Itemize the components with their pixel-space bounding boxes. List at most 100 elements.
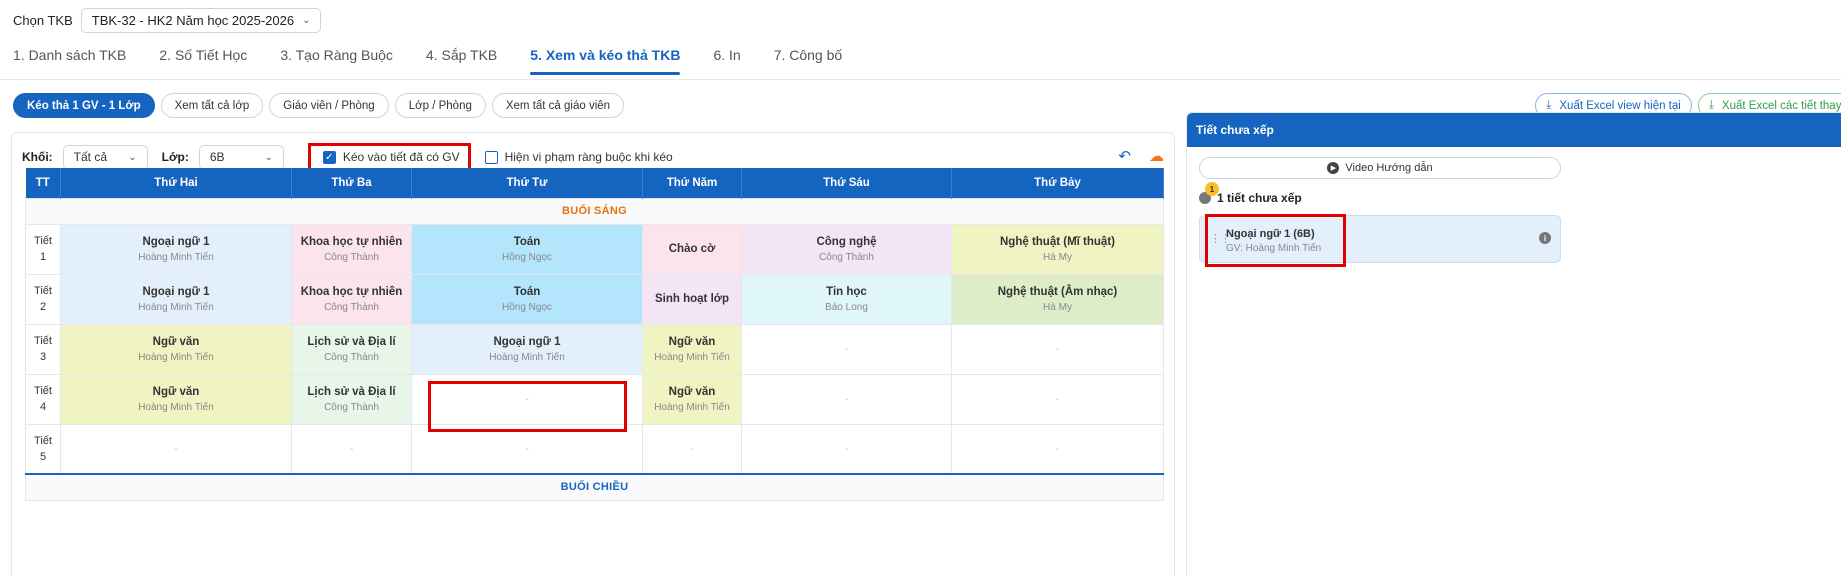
period-word: Tiết: [34, 385, 52, 397]
unscheduled-count: 1 1 tiết chưa xếp: [1199, 182, 1302, 205]
empty-cell[interactable]: -: [951, 373, 1164, 425]
tab-step-6[interactable]: 6. In: [713, 47, 740, 73]
lesson-teacher: Hoàng Minh Tiến: [138, 301, 214, 313]
tkb-select[interactable]: TBK-32 - HK2 Năm học 2025-2026 ⌄: [80, 8, 322, 33]
empty-cell[interactable]: -: [951, 323, 1164, 375]
empty-mark: -: [1055, 394, 1060, 405]
drag-into-option[interactable]: ✓ Kéo vào tiết đã có GV: [307, 143, 471, 171]
show-violation-option[interactable]: Hiện vi phạm ràng buộc khi kéo: [484, 150, 673, 164]
lesson-teacher: Công Thành: [324, 251, 379, 263]
period-number: 3: [39, 351, 47, 363]
empty-cell[interactable]: -: [411, 423, 643, 475]
lop-value: 6B: [209, 150, 225, 164]
lesson-cell[interactable]: Nghệ thuật (Mĩ thuật) Hà My: [951, 223, 1164, 275]
drag-into-checkbox[interactable]: ✓: [322, 150, 336, 164]
lesson-cell[interactable]: Ngoại ngữ 1 Hoàng Minh Tiến: [60, 273, 292, 325]
lesson-cell[interactable]: Khoa học tự nhiên Công Thành: [291, 273, 412, 325]
empty-cell[interactable]: -: [951, 423, 1164, 475]
download-icon: ⤓: [1546, 99, 1552, 111]
view-class-room-button[interactable]: Lớp / Phòng: [394, 93, 486, 118]
empty-cell[interactable]: -: [291, 423, 412, 475]
lesson-cell[interactable]: Toán Hồng Ngọc: [411, 223, 643, 275]
tkb-select-label: Chọn TKB: [13, 13, 73, 28]
info-icon[interactable]: i: [1539, 232, 1551, 244]
col-header: Thứ Sáu: [741, 168, 952, 198]
table-row: Tiết 1 Ngoại ngữ 1 Hoàng Minh Tiến Khoa họ…: [25, 223, 1164, 275]
show-violation-checkbox[interactable]: [484, 150, 498, 164]
period-word: Tiết: [34, 335, 52, 347]
view-teacher-room-button[interactable]: Giáo viên / Phòng: [269, 93, 389, 118]
info-icon: 1: [1199, 182, 1219, 204]
period-word: Tiết: [34, 434, 52, 447]
view-all-classes-button[interactable]: Xem tất cả lớp: [160, 93, 264, 118]
lop-label: Lớp:: [161, 150, 189, 164]
lesson-subject: Ngữ văn: [668, 385, 716, 398]
period-number: 1: [39, 251, 47, 263]
khoi-select[interactable]: Tất cả ⌄: [62, 144, 148, 170]
lesson-cell[interactable]: Khoa học tự nhiên Công Thành: [291, 223, 412, 275]
lesson-cell[interactable]: Lịch sử và Địa lí Công Thành: [291, 373, 412, 425]
count-badge: 1: [1205, 182, 1219, 196]
top-bar: Chọn TKB TBK-32 - HK2 Năm học 2025-2026 …: [0, 0, 1841, 80]
lesson-cell[interactable]: Ngữ văn Hoàng Minh Tiến: [60, 323, 292, 375]
empty-cell[interactable]: -: [741, 423, 952, 475]
tab-step-2[interactable]: 2. Số Tiết Học: [159, 47, 247, 73]
lesson-cell[interactable]: Chào cờ: [642, 223, 742, 275]
lesson-teacher: Hoàng Minh Tiến: [138, 251, 214, 263]
undo-icon[interactable]: ↶: [1118, 147, 1131, 165]
panel-tools: ↶ ☁: [1118, 147, 1164, 165]
tab-step-3[interactable]: 3. Tạo Ràng Buộc: [280, 47, 393, 73]
video-guide-button[interactable]: ▶ Video Hướng dẫn: [1199, 157, 1561, 179]
view-drag-drop-button[interactable]: Kéo thả 1 GV - 1 Lớp: [13, 93, 155, 118]
lesson-cell[interactable]: Tin học Bảo Long: [741, 273, 952, 325]
col-header: Thứ Ba: [291, 168, 412, 198]
lesson-cell[interactable]: Ngữ văn Hoàng Minh Tiến: [642, 373, 742, 425]
lesson-cell[interactable]: Ngữ văn Hoàng Minh Tiến: [642, 323, 742, 375]
tab-step-7[interactable]: 7. Công bố: [774, 47, 843, 73]
view-all-teachers-button[interactable]: Xem tất cả giáo viên: [491, 93, 625, 118]
table-row: Tiết 3 Ngữ văn Hoàng Minh Tiến Lịch sử và …: [25, 323, 1164, 375]
timetable-panel: Khối: Tất cả ⌄ Lớp: 6B ⌄ ✓ Kéo vào tiết …: [11, 132, 1175, 576]
lesson-subject: Toán: [513, 285, 541, 298]
lesson-teacher: Hà My: [1043, 251, 1072, 263]
tab-step-4[interactable]: 4. Sắp TKB: [426, 47, 497, 73]
lesson-subject: Ngữ văn: [668, 335, 716, 348]
tab-step-1[interactable]: 1. Danh sách TKB: [13, 47, 126, 73]
empty-cell[interactable]: -: [642, 423, 742, 475]
lesson-subject: Nghệ thuật (Âm nhạc): [997, 285, 1118, 298]
unscheduled-lesson-card[interactable]: ⋮⋮ Ngoại ngữ 1 (6B) GV: Hoàng Minh Tiến …: [1199, 214, 1561, 267]
empty-cell[interactable]: -: [741, 373, 952, 425]
lesson-cell[interactable]: Ngữ văn Hoàng Minh Tiến: [60, 373, 292, 425]
cloud-upload-icon[interactable]: ☁: [1149, 147, 1164, 165]
chevron-down-icon: ⌄: [302, 15, 311, 26]
lesson-subject: Khoa học tự nhiên: [300, 235, 403, 248]
lesson-subject: Tin học: [826, 285, 867, 298]
tkb-select-value: TBK-32 - HK2 Năm học 2025-2026: [91, 13, 295, 28]
drag-into-label: Kéo vào tiết đã có GV: [342, 150, 460, 164]
lesson-subject: Ngoại ngữ 1: [493, 335, 561, 348]
lesson-subject: Ngoại ngữ 1: [142, 235, 210, 248]
tab-step-5[interactable]: 5. Xem và kéo thả TKB: [530, 47, 681, 75]
unscheduled-panel: Tiết chưa xếp ▶ Video Hướng dẫn 1 1 tiết…: [1186, 112, 1841, 576]
lesson-cell[interactable]: Ngoại ngữ 1 Hoàng Minh Tiến: [411, 323, 643, 375]
drop-target-cell[interactable]: -: [411, 373, 643, 432]
unscheduled-title: Tiết chưa xếp: [1187, 113, 1841, 147]
lop-select[interactable]: 6B ⌄: [198, 144, 284, 170]
empty-mark: -: [349, 443, 354, 455]
empty-cell[interactable]: -: [60, 423, 292, 475]
lesson-cell[interactable]: Sinh hoạt lớp: [642, 273, 742, 325]
lesson-cell[interactable]: Toán Hồng Ngọc: [411, 273, 643, 325]
lesson-teacher: Hà My: [1043, 301, 1072, 313]
period-cell: Tiết 3: [25, 323, 61, 375]
lesson-cell[interactable]: Nghệ thuật (Âm nhạc) Hà My: [951, 273, 1164, 325]
lesson-cell[interactable]: Lịch sử và Địa lí Công Thành: [291, 323, 412, 375]
lesson-teacher: Hoàng Minh Tiến: [654, 401, 730, 413]
export-changed-label: Xuất Excel các tiết thay đổi: [1721, 99, 1841, 112]
lesson-cell[interactable]: Công nghệ Công Thành: [741, 223, 952, 275]
lesson-subject: Ngữ văn: [152, 385, 200, 398]
period-cell: Tiết 5: [25, 423, 61, 475]
lesson-cell[interactable]: Ngoại ngữ 1 Hoàng Minh Tiến: [60, 223, 292, 275]
period-number: 2: [39, 301, 47, 313]
timetable-header-row: TT Thứ Hai Thứ Ba Thứ Tư Thứ Năm Thứ Sáu…: [25, 168, 1164, 198]
empty-cell[interactable]: -: [741, 323, 952, 375]
